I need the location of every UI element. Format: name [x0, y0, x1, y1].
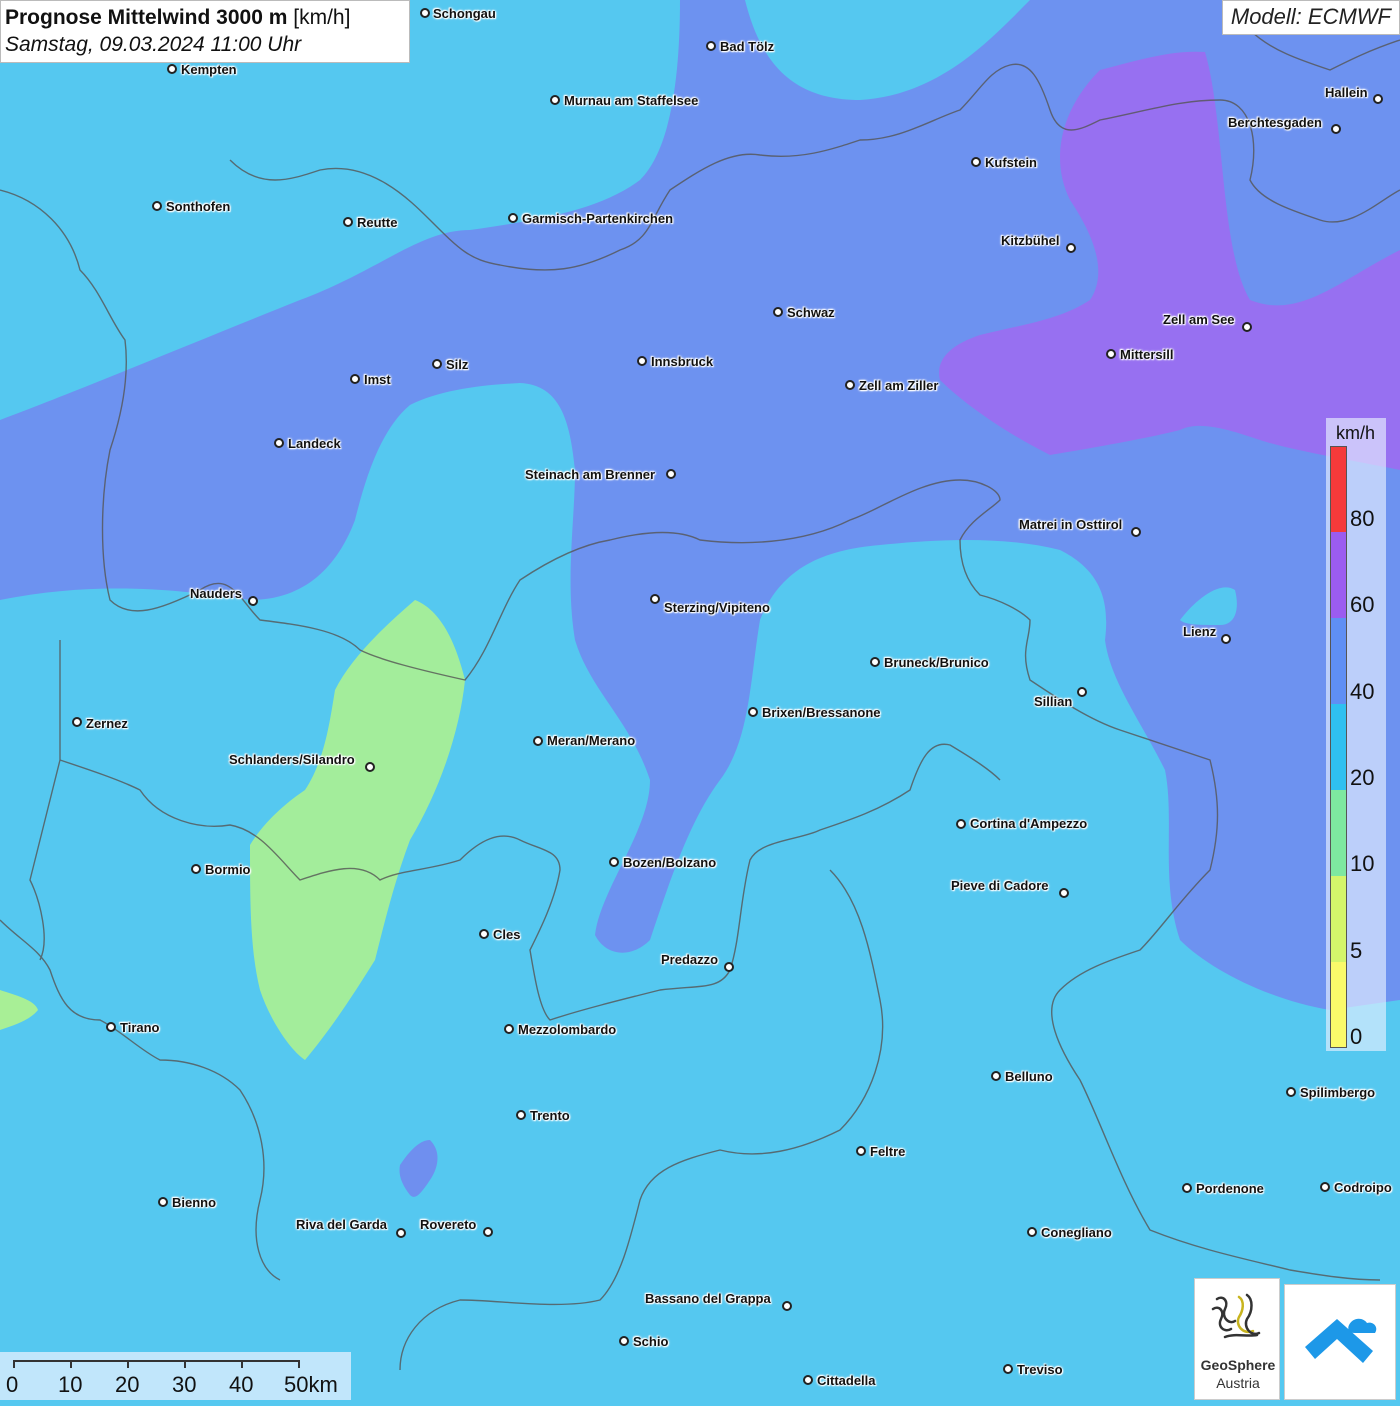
city-label-mezzolombardo: Mezzolombardo: [518, 1022, 617, 1037]
city-label-tirano: Tirano: [120, 1020, 160, 1035]
legend-segment-80: [1330, 446, 1347, 532]
legend-segment-60: [1330, 532, 1347, 618]
city-label-garmisch: Garmisch-Partenkirchen: [522, 211, 674, 226]
wind-arrow-logo-icon: [1305, 1318, 1377, 1363]
city-label-conegliano: Conegliano: [1041, 1225, 1112, 1240]
city-label-bad-toelz: Bad Tölz: [720, 39, 775, 54]
scale-tick: [241, 1360, 243, 1368]
map-title: Prognose Mittelwind 3000 m [km/h]: [5, 4, 405, 32]
scale-line: [13, 1360, 299, 1362]
legend-title: km/h: [1336, 423, 1376, 443]
city-label-brixen: Brixen/Bressanone: [762, 705, 881, 720]
city-label-sterzing: Sterzing/Vipiteno: [664, 600, 770, 615]
city-label-bormio: Bormio: [205, 862, 251, 877]
city-label-feltre: Feltre: [870, 1144, 906, 1159]
city-label-zell-am-ziller: Zell am Ziller: [859, 378, 939, 393]
city-label-pordenone: Pordenone: [1196, 1181, 1264, 1196]
scale-label-30: 30: [172, 1372, 197, 1397]
city-label-codroipo: Codroipo: [1334, 1180, 1392, 1195]
scale-tick: [127, 1360, 129, 1368]
city-label-murnau: Murnau am Staffelsee: [564, 93, 699, 108]
map-date: Samstag, 09.03.2024 11:00 Uhr: [5, 33, 302, 56]
city-label-meran: Meran/Merano: [547, 733, 636, 748]
scale-tick: [13, 1360, 15, 1368]
scale-tick: [184, 1360, 186, 1368]
model-label: Modell: ECMWF: [1221, 0, 1400, 35]
city-label-sillian: Sillian: [1034, 694, 1073, 709]
scale-tick: [70, 1360, 72, 1368]
city-label-schio: Schio: [633, 1334, 669, 1349]
scale-label-10: 10: [58, 1372, 83, 1397]
city-label-kitzbuehel: Kitzbühel: [1001, 233, 1060, 248]
map-title-unit: [km/h]: [293, 6, 351, 29]
city-label-riva-del-garda: Riva del Garda: [296, 1217, 388, 1232]
city-label-sonthofen: Sonthofen: [166, 199, 231, 214]
legend-label-80: 80: [1350, 506, 1375, 531]
map-title-box: Prognose Mittelwind 3000 m [km/h] Samsta…: [0, 0, 410, 63]
scale-label-40: 40: [229, 1372, 254, 1397]
city-label-matrei: Matrei in Osttirol: [1019, 517, 1123, 532]
legend-bar: [1330, 446, 1347, 1048]
city-label-trento: Trento: [530, 1108, 570, 1123]
city-label-silz: Silz: [446, 357, 469, 372]
city-label-zell-am-see: Zell am See: [1163, 312, 1235, 327]
scale-bar: 0 10 20 30 40 50km: [0, 1352, 351, 1400]
scale-label-50km: 50km: [284, 1372, 338, 1397]
legend-segment-10: [1330, 790, 1347, 876]
legend-segment-20: [1330, 704, 1347, 790]
legend-label-5: 5: [1350, 938, 1363, 963]
color-legend: km/h 80 60 40 20 10 5 0: [1326, 418, 1386, 1051]
city-label-reutte: Reutte: [357, 215, 398, 230]
city-label-pieve-di-cadore: Pieve di Cadore: [951, 878, 1049, 893]
legend-label-0: 0: [1350, 1024, 1363, 1049]
city-label-belluno: Belluno: [1005, 1069, 1053, 1084]
city-label-lienz: Lienz: [1183, 624, 1217, 639]
city-label-schwaz: Schwaz: [787, 305, 835, 320]
scale-tick: [298, 1360, 300, 1368]
geosphere-logo[interactable]: GeoSphere Austria: [1194, 1278, 1280, 1400]
city-label-spilimbergo: Spilimbergo: [1300, 1085, 1376, 1100]
city-label-landeck: Landeck: [288, 436, 341, 451]
city-label-schlanders: Schlanders/Silandro: [229, 752, 355, 767]
legend-segment-5: [1330, 876, 1347, 962]
city-label-bassano: Bassano del Grappa: [645, 1291, 771, 1306]
city-label-bozen: Bozen/Bolzano: [623, 855, 717, 870]
city-label-cles: Cles: [493, 927, 521, 942]
city-label-zernez: Zernez: [86, 716, 128, 731]
weather-app-logo[interactable]: [1284, 1284, 1396, 1400]
city-label-bienno: Bienno: [172, 1195, 217, 1210]
city-label-mittersill: Mittersill: [1120, 347, 1174, 362]
legend-label-10: 10: [1350, 851, 1375, 876]
city-label-hallein: Hallein: [1325, 85, 1368, 100]
city-label-rovereto: Rovereto: [420, 1217, 477, 1232]
city-label-imst: Imst: [364, 372, 391, 387]
geosphere-logo-text-2: Austria: [1216, 1375, 1260, 1391]
city-label-berchtesgaden: Berchtesgaden: [1228, 115, 1322, 130]
legend-label-60: 60: [1350, 592, 1375, 617]
city-label-schongau: Schongau: [433, 6, 496, 21]
city-label-bruneck: Bruneck/Brunico: [884, 655, 989, 670]
city-label-nauders: Nauders: [190, 586, 243, 601]
city-label-kempten: Kempten: [181, 62, 237, 77]
legend-segment-0: [1330, 962, 1347, 1048]
city-label-cittadella: Cittadella: [817, 1373, 876, 1388]
city-label-kufstein: Kufstein: [985, 155, 1037, 170]
geosphere-emblem-icon: [1211, 1293, 1261, 1339]
city-label-predazzo: Predazzo: [661, 952, 719, 967]
legend-label-20: 20: [1350, 765, 1375, 790]
legend-segment-40: [1330, 618, 1347, 704]
city-label-treviso: Treviso: [1017, 1362, 1063, 1377]
city-label-innsbruck: Innsbruck: [651, 354, 714, 369]
geosphere-logo-text-1: GeoSphere: [1200, 1357, 1276, 1373]
scale-label-0: 0: [6, 1372, 19, 1397]
map-title-main: Prognose Mittelwind 3000 m: [5, 6, 288, 29]
legend-label-40: 40: [1350, 679, 1375, 704]
city-label-steinach: Steinach am Brenner: [525, 467, 656, 482]
city-label-cortina: Cortina d'Ampezzo: [970, 816, 1088, 831]
scale-label-20: 20: [115, 1372, 140, 1397]
